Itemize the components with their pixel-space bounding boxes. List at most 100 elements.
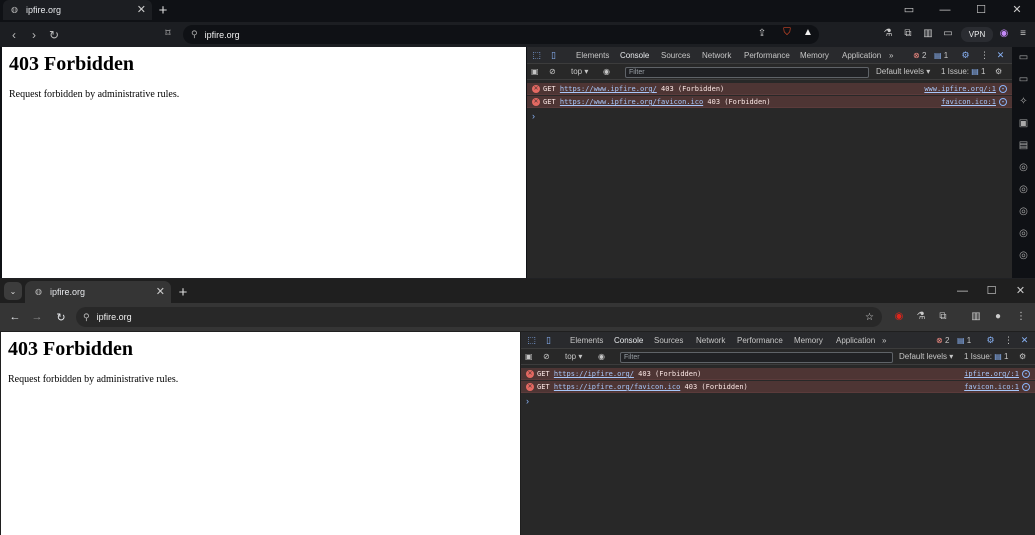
- extensions-puzzle-icon[interactable]: ⧉: [900, 29, 916, 39]
- side-panel-icon[interactable]: ▥: [968, 312, 984, 322]
- tab-memory[interactable]: Memory: [794, 332, 823, 349]
- address-bar[interactable]: ⚲ ipfire.org: [183, 25, 819, 44]
- issues-button[interactable]: 1 Issue: ▤ 1: [941, 64, 986, 80]
- bookmark-icon[interactable]: ⌑: [160, 29, 176, 39]
- filter-input[interactable]: Filter: [625, 67, 869, 78]
- source-link[interactable]: ipfire.org/:1: [964, 368, 1019, 380]
- menu-icon[interactable]: ⋮: [1013, 312, 1029, 322]
- close-tab-icon[interactable]: ✕: [137, 4, 146, 16]
- brave-rewards-icon[interactable]: ▲: [800, 28, 816, 38]
- log-levels-dropdown[interactable]: Default levels ▾: [899, 349, 953, 365]
- request-url-link[interactable]: https://www.ipfire.org/favicon.ico: [560, 98, 703, 106]
- console-error-row[interactable]: ✕ GET https://www.ipfire.org/favicon.ico…: [527, 96, 1012, 108]
- tab-console[interactable]: Console: [614, 332, 644, 350]
- settings-gear-icon[interactable]: ⚙: [960, 50, 971, 61]
- bookmarks-sidebar-icon[interactable]: ▣: [1012, 113, 1035, 135]
- bookmark-star-icon[interactable]: ☆: [865, 312, 874, 323]
- github-icon[interactable]: ◎: [1012, 223, 1035, 245]
- minimize-button[interactable]: —: [948, 281, 977, 301]
- message-count-badge[interactable]: ▤ 1: [957, 332, 971, 349]
- console-prompt[interactable]: ›: [526, 396, 529, 406]
- ai-explain-icon[interactable]: ✦: [999, 85, 1007, 93]
- tab-application[interactable]: Application: [836, 332, 875, 349]
- console-settings-icon[interactable]: ⚙: [995, 64, 1002, 80]
- tab-performance[interactable]: Performance: [737, 332, 783, 349]
- request-url-link[interactable]: https://www.ipfire.org/: [560, 85, 657, 93]
- close-devtools-icon[interactable]: ✕: [1019, 335, 1030, 346]
- github-icon[interactable]: ◎: [1012, 179, 1035, 201]
- close-tab-icon[interactable]: ✕: [156, 286, 165, 298]
- more-tabs-button[interactable]: »: [882, 332, 886, 349]
- inspect-element-icon[interactable]: ⬚: [531, 50, 542, 61]
- wallet-sidebar-icon[interactable]: ▭: [1012, 69, 1035, 91]
- site-info-icon[interactable]: ⚲: [83, 312, 90, 323]
- settings-gear-icon[interactable]: ⚙: [985, 335, 996, 346]
- console-error-row[interactable]: ✕ GET https://ipfire.org/ 403 (Forbidden…: [521, 368, 1035, 380]
- menu-icon[interactable]: ≡: [1015, 29, 1031, 39]
- tab-memory[interactable]: Memory: [800, 47, 829, 64]
- extension-icon[interactable]: ⚗: [880, 29, 896, 39]
- maximize-button[interactable]: ☐: [963, 0, 999, 20]
- leo-ai-icon[interactable]: ◉: [996, 29, 1012, 39]
- ai-sidebar-icon[interactable]: ✧: [1012, 91, 1035, 113]
- chat-icon[interactable]: ▭: [1012, 47, 1035, 69]
- more-tabs-button[interactable]: »: [889, 47, 893, 64]
- ai-explain-icon[interactable]: ✦: [1022, 383, 1030, 391]
- profile-icon[interactable]: ●: [990, 312, 1006, 322]
- extensions-puzzle-icon[interactable]: ⧉: [935, 312, 951, 322]
- share-icon[interactable]: ⇪: [754, 29, 770, 39]
- live-expression-eye-icon[interactable]: ◉: [598, 349, 605, 365]
- log-levels-dropdown[interactable]: Default levels ▾: [876, 64, 930, 80]
- inspect-element-icon[interactable]: ⬚: [526, 335, 537, 346]
- forward-button[interactable]: ›: [24, 28, 44, 42]
- error-count-badge[interactable]: ⊗ 2: [936, 332, 949, 349]
- issues-button[interactable]: 1 Issue: ▤ 1: [964, 349, 1009, 365]
- sidebar-icon[interactable]: ▥: [920, 29, 936, 39]
- kebab-menu-icon[interactable]: ⋮: [1003, 335, 1014, 346]
- github-icon[interactable]: ◎: [1012, 157, 1035, 179]
- tab-sources[interactable]: Sources: [661, 47, 690, 64]
- address-bar[interactable]: ⚲ ipfire.org ☆: [76, 307, 882, 327]
- device-toolbar-icon[interactable]: ▯: [543, 335, 554, 346]
- close-window-button[interactable]: ✕: [999, 0, 1035, 20]
- source-link[interactable]: www.ipfire.org/:1: [924, 83, 996, 95]
- sidebar-toggle-icon[interactable]: ▣: [525, 349, 533, 365]
- context-selector[interactable]: top ▾: [565, 349, 582, 365]
- close-window-button[interactable]: ✕: [1006, 281, 1035, 301]
- tab-search-icon[interactable]: ▭: [891, 0, 927, 20]
- reload-button[interactable]: ↻: [51, 311, 71, 324]
- maximize-button[interactable]: ☐: [977, 281, 1006, 301]
- console-settings-icon[interactable]: ⚙: [1019, 349, 1026, 365]
- tab-elements[interactable]: Elements: [570, 332, 603, 349]
- close-devtools-icon[interactable]: ✕: [995, 50, 1006, 61]
- request-url-link[interactable]: https://ipfire.org/favicon.ico: [554, 383, 680, 391]
- extension-icon[interactable]: ⚗: [913, 312, 929, 322]
- ublock-icon[interactable]: ◉: [891, 312, 907, 322]
- tab-elements[interactable]: Elements: [576, 47, 609, 64]
- filter-input[interactable]: Filter: [620, 352, 893, 363]
- device-toolbar-icon[interactable]: ▯: [548, 50, 559, 61]
- tab-application[interactable]: Application: [842, 47, 881, 64]
- brave-shields-icon[interactable]: ⛉: [779, 28, 795, 38]
- message-count-badge[interactable]: ▤ 1: [934, 47, 948, 64]
- clear-console-icon[interactable]: ⊘: [549, 64, 556, 80]
- sidebar-toggle-icon[interactable]: ▣: [531, 64, 539, 80]
- context-selector[interactable]: top ▾: [571, 64, 588, 80]
- tab-performance[interactable]: Performance: [744, 47, 790, 64]
- reload-button[interactable]: ↻: [44, 28, 64, 42]
- console-error-row[interactable]: ✕ GET https://ipfire.org/favicon.ico 403…: [521, 381, 1035, 393]
- tab-network[interactable]: Network: [696, 332, 725, 349]
- new-tab-button[interactable]: +: [152, 0, 174, 20]
- console-prompt[interactable]: ›: [532, 111, 535, 121]
- live-expression-eye-icon[interactable]: ◉: [603, 64, 610, 80]
- tab-sources[interactable]: Sources: [654, 332, 683, 349]
- minimize-button[interactable]: —: [927, 0, 963, 20]
- console-error-row[interactable]: ✕ GET https://www.ipfire.org/ 403 (Forbi…: [527, 83, 1012, 95]
- clear-console-icon[interactable]: ⊘: [543, 349, 550, 365]
- site-info-icon[interactable]: ⚲: [191, 29, 198, 40]
- back-button[interactable]: ←: [5, 311, 25, 323]
- error-count-badge[interactable]: ⊗ 2: [913, 47, 926, 64]
- forward-button[interactable]: →: [27, 311, 47, 323]
- wallet-icon[interactable]: ▭: [940, 29, 956, 39]
- request-url-link[interactable]: https://ipfire.org/: [554, 370, 634, 378]
